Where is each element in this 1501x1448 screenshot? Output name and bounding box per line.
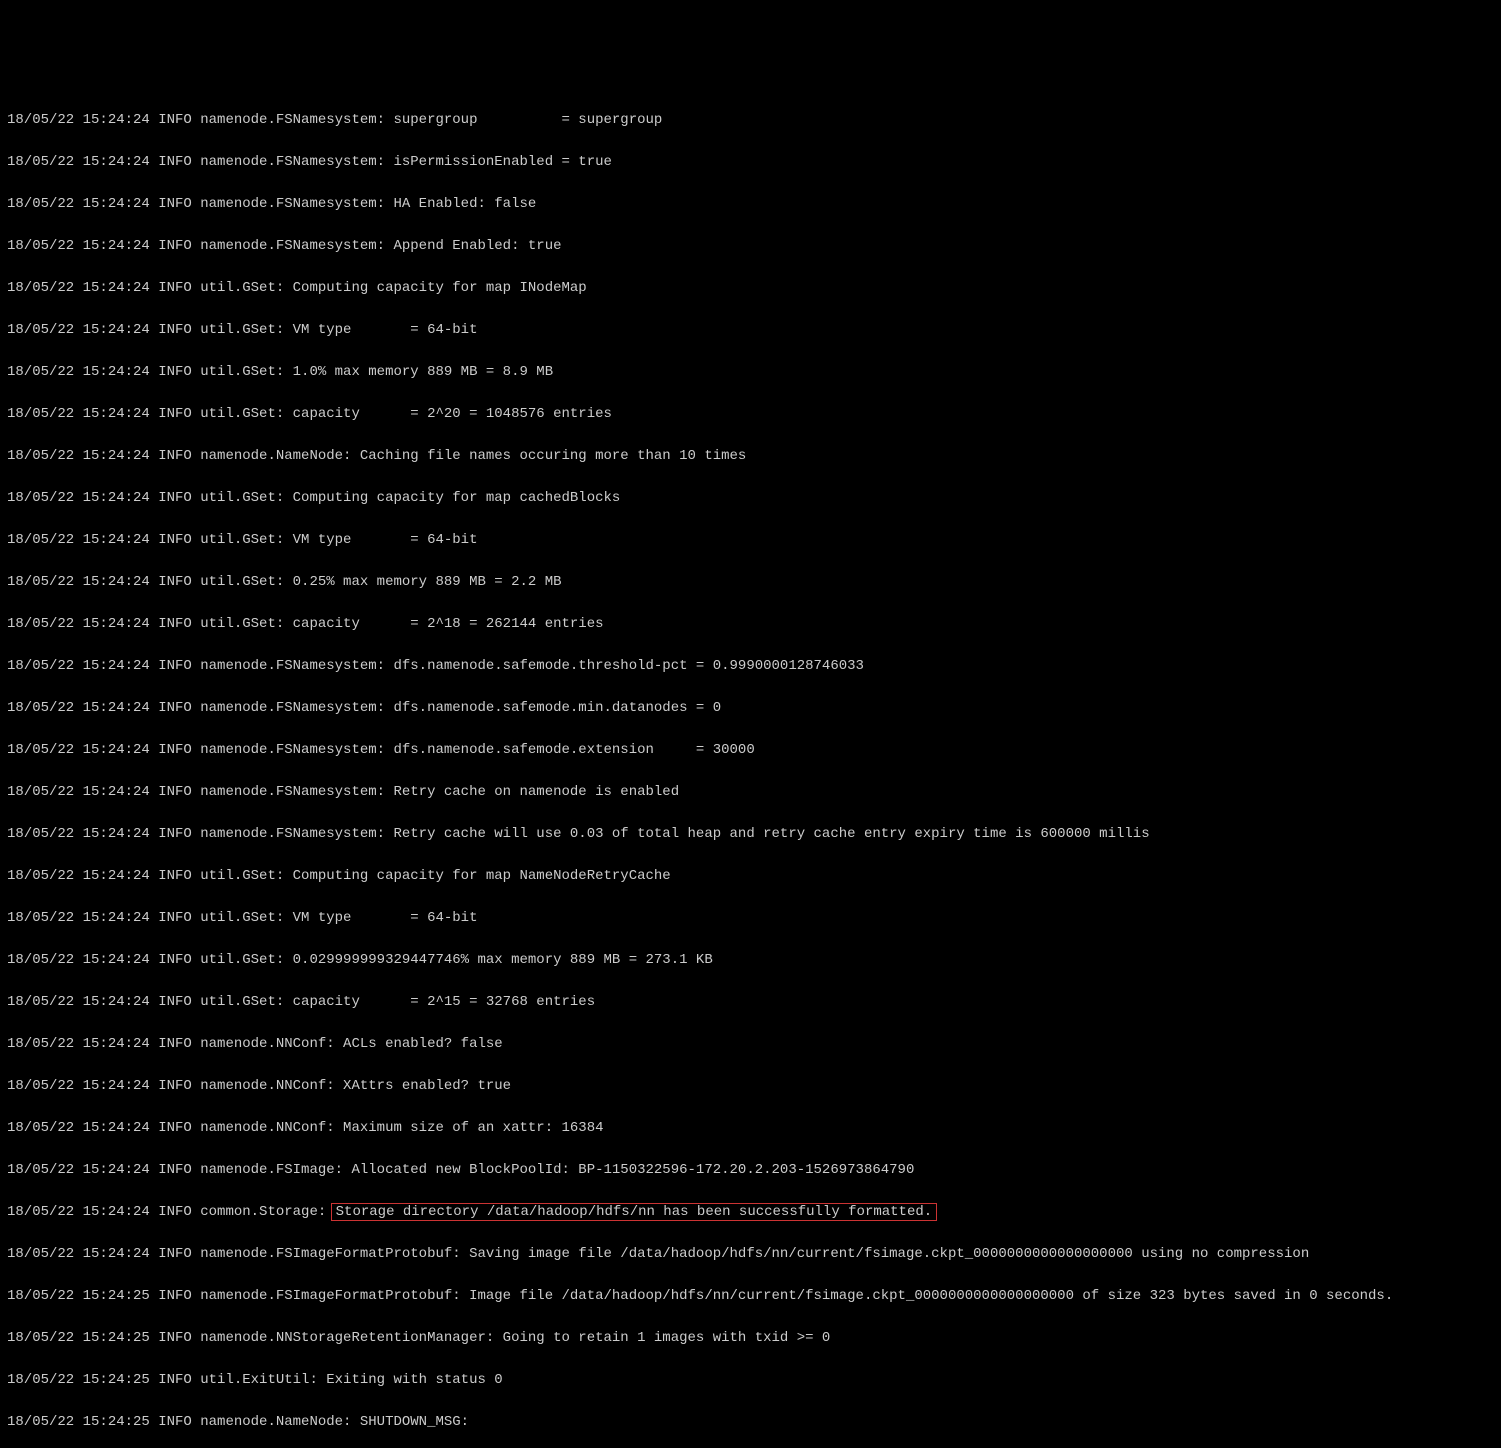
log-line: 18/05/22 15:24:24 INFO util.GSet: 0.25% …	[7, 572, 1494, 593]
log-line: 18/05/22 15:24:24 INFO namenode.FSNamesy…	[7, 740, 1494, 761]
log-line: 18/05/22 15:24:24 INFO namenode.NameNode…	[7, 446, 1494, 467]
log-line: 18/05/22 15:24:25 INFO namenode.NNStorag…	[7, 1328, 1494, 1349]
log-line: 18/05/22 15:24:24 INFO namenode.NNConf: …	[7, 1034, 1494, 1055]
log-line: 18/05/22 15:24:24 INFO namenode.FSNamesy…	[7, 782, 1494, 803]
log-line: 18/05/22 15:24:24 INFO namenode.FSNamesy…	[7, 236, 1494, 257]
highlighted-message: Storage directory /data/hadoop/hdfs/nn h…	[331, 1203, 938, 1221]
log-line: 18/05/22 15:24:25 INFO util.ExitUtil: Ex…	[7, 1370, 1494, 1391]
log-line: 18/05/22 15:24:24 INFO namenode.FSImage:…	[7, 1160, 1494, 1181]
log-line: 18/05/22 15:24:24 INFO namenode.FSNamesy…	[7, 194, 1494, 215]
log-line: 18/05/22 15:24:24 INFO util.GSet: 1.0% m…	[7, 362, 1494, 383]
log-line: 18/05/22 15:24:24 INFO util.GSet: 0.0299…	[7, 950, 1494, 971]
log-line: 18/05/22 15:24:24 INFO util.GSet: Comput…	[7, 866, 1494, 887]
log-line: 18/05/22 15:24:25 INFO namenode.NameNode…	[7, 1412, 1494, 1433]
log-line: 18/05/22 15:24:24 INFO namenode.FSNamesy…	[7, 152, 1494, 173]
terminal-output: 18/05/22 15:24:24 INFO namenode.FSNamesy…	[7, 89, 1494, 1448]
log-line: 18/05/22 15:24:24 INFO namenode.FSNamesy…	[7, 698, 1494, 719]
log-line: 18/05/22 15:24:24 INFO namenode.NNConf: …	[7, 1076, 1494, 1097]
log-line: 18/05/22 15:24:24 INFO util.GSet: VM typ…	[7, 320, 1494, 341]
log-line: 18/05/22 15:24:24 INFO namenode.FSNamesy…	[7, 110, 1494, 131]
log-line: 18/05/22 15:24:24 INFO namenode.FSNamesy…	[7, 656, 1494, 677]
log-line: 18/05/22 15:24:24 INFO util.GSet: capaci…	[7, 404, 1494, 425]
log-line: 18/05/22 15:24:24 INFO namenode.FSImageF…	[7, 1244, 1494, 1265]
log-line: 18/05/22 15:24:24 INFO util.GSet: Comput…	[7, 488, 1494, 509]
log-line: 18/05/22 15:24:24 INFO namenode.NNConf: …	[7, 1118, 1494, 1139]
log-line: 18/05/22 15:24:24 INFO util.GSet: capaci…	[7, 992, 1494, 1013]
log-line: 18/05/22 15:24:24 INFO util.GSet: Comput…	[7, 278, 1494, 299]
log-line: 18/05/22 15:24:25 INFO namenode.FSImageF…	[7, 1286, 1494, 1307]
log-line: 18/05/22 15:24:24 INFO util.GSet: capaci…	[7, 614, 1494, 635]
log-line: 18/05/22 15:24:24 INFO util.GSet: VM typ…	[7, 908, 1494, 929]
log-line: 18/05/22 15:24:24 INFO namenode.FSNamesy…	[7, 824, 1494, 845]
log-line-highlighted: 18/05/22 15:24:24 INFO common.Storage: S…	[7, 1202, 1494, 1223]
log-line: 18/05/22 15:24:24 INFO util.GSet: VM typ…	[7, 530, 1494, 551]
